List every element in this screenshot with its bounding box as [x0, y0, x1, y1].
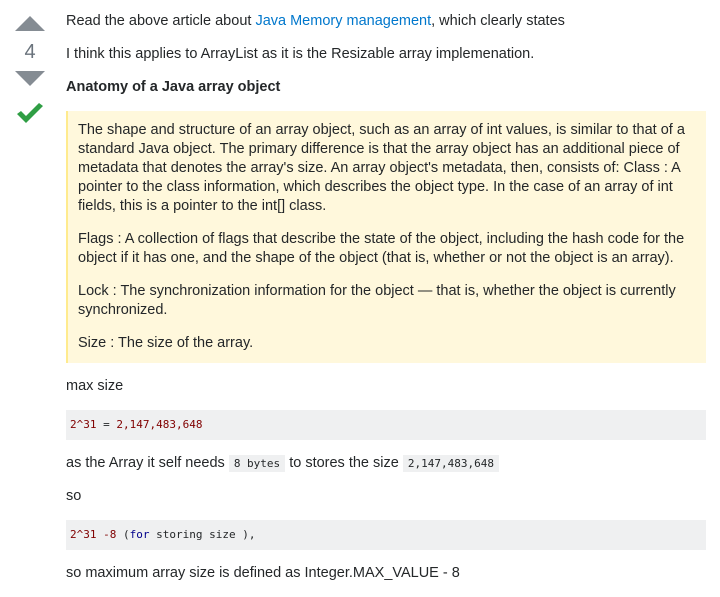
code-token: 2^31 — [70, 528, 97, 541]
text: to stores the size — [285, 455, 403, 471]
paragraph: Read the above article about Java Memory… — [66, 12, 706, 31]
text: Read the above article about — [66, 13, 256, 29]
paragraph: so — [66, 488, 82, 504]
upvote-arrow-icon[interactable] — [15, 16, 45, 31]
inline-code: 8 bytes — [228, 455, 286, 472]
code-token: storing size ), — [149, 528, 256, 541]
blockquote: The shape and structure of an array obje… — [66, 111, 706, 363]
quote-paragraph: Flags : A collection of flags that descr… — [78, 231, 685, 266]
paragraph: so maximum array size is defined as Inte… — [66, 565, 460, 581]
downvote-arrow-icon[interactable] — [15, 71, 45, 86]
text: as the Array it self needs — [66, 455, 229, 471]
quote-paragraph: The shape and structure of an array obje… — [78, 122, 685, 214]
vote-panel: 4 — [0, 8, 60, 130]
answer-body: Read the above article about Java Memory… — [66, 12, 706, 597]
code-token: -8 — [103, 528, 117, 541]
code-block: 2^31 -8 (for storing size ), — [66, 520, 706, 550]
code-token: 2^31 — [70, 418, 97, 431]
code-token: for — [129, 528, 150, 541]
text: , which clearly states — [431, 13, 565, 29]
code-token: ( — [116, 528, 130, 541]
code-token: 2,147,483,648 — [116, 418, 203, 431]
java-memory-link[interactable]: Java Memory management — [255, 13, 431, 29]
heading-text: Anatomy of a Java array object — [66, 79, 281, 95]
code-token: = — [96, 418, 117, 431]
paragraph: I think this applies to ArrayList as it … — [66, 46, 535, 62]
quote-paragraph: Size : The size of the array. — [78, 335, 254, 351]
quote-paragraph: Lock : The synchronization information f… — [78, 283, 676, 318]
accepted-checkmark-icon — [17, 103, 43, 123]
code-block: 2^31 = 2,147,483,648 — [66, 410, 706, 440]
vote-count: 4 — [24, 41, 36, 63]
inline-code: 2,147,483,648 — [402, 455, 499, 472]
paragraph: max size — [66, 378, 124, 394]
heading: Anatomy of a Java array object — [66, 78, 706, 97]
paragraph: as the Array it self needs 8 bytes to st… — [66, 454, 706, 473]
